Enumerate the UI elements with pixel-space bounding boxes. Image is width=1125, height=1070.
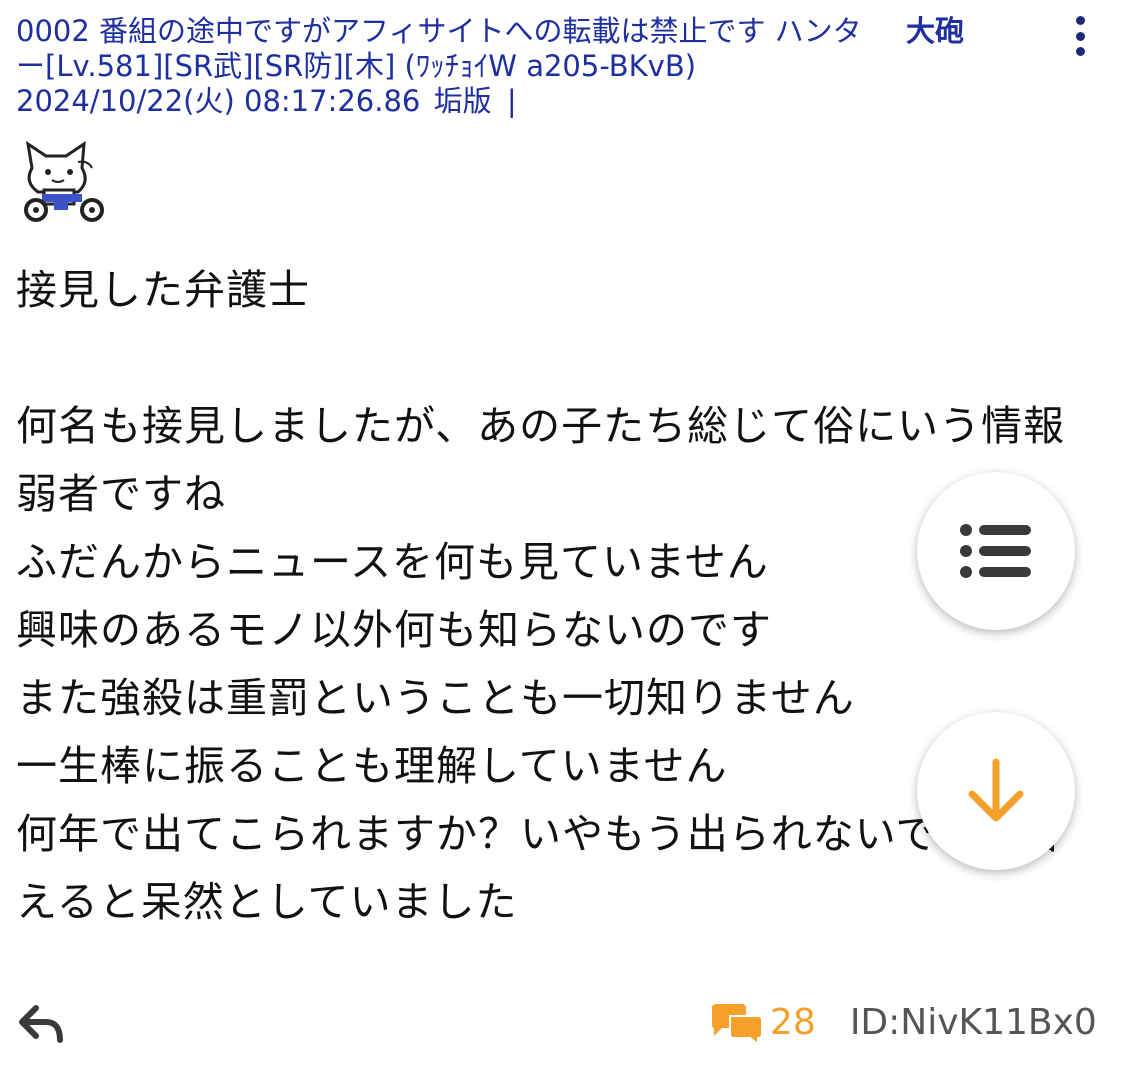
- list-menu-button[interactable]: [917, 472, 1075, 630]
- cat-bike-avatar: [24, 140, 104, 222]
- scroll-down-button[interactable]: [917, 712, 1075, 870]
- list-icon: [960, 524, 1031, 578]
- post-footer-meta: 28 ID:NivK11Bx0: [708, 996, 1097, 1048]
- more-vert-icon[interactable]: [1062, 14, 1098, 58]
- reply-icon[interactable]: [18, 1000, 64, 1046]
- arrow-down-icon: [968, 758, 1024, 822]
- post-card: 0002 番組の途中ですがアフィサイトへの転載は禁止です ハンター[Lv.581…: [0, 0, 1125, 1070]
- rank-label: 大砲: [906, 14, 965, 48]
- post-header: 0002 番組の途中ですがアフィサイトへの転載は禁止です ハンター[Lv.581…: [16, 14, 964, 119]
- badge-label[interactable]: 垢版: [434, 84, 492, 118]
- post-body: 接見した弁護士 何名も接見しましたが、あの子たち総じて俗にいう情報弱者ですね ふ…: [16, 266, 1066, 926]
- user-id[interactable]: ID:NivK11Bx0: [850, 1002, 1097, 1043]
- header-separator: |: [506, 84, 517, 118]
- comments-icon[interactable]: [708, 1000, 764, 1044]
- reply-count[interactable]: 28: [770, 1002, 816, 1043]
